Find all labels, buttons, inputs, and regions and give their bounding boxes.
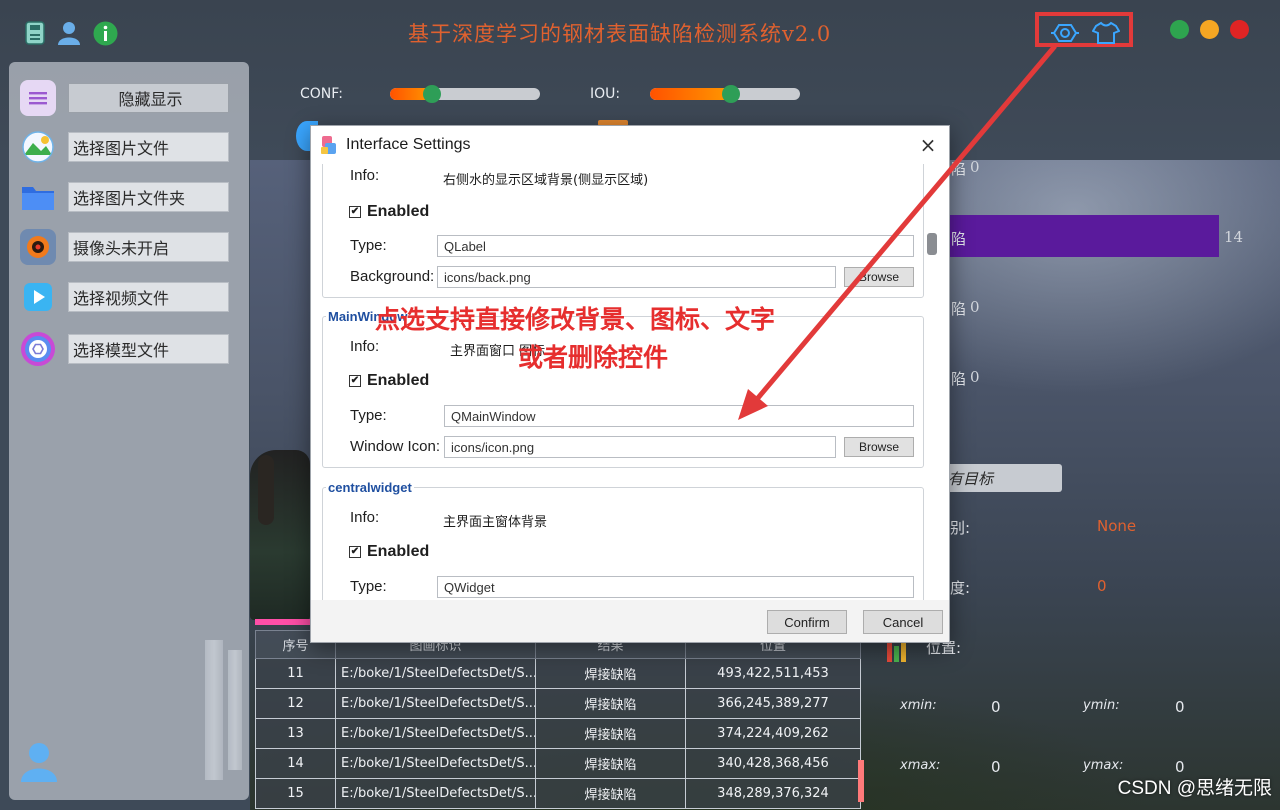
annotation-text-line1: 点选支持直接修改背景、图标、文字 (375, 305, 776, 334)
annotation-text-line2: 或者删除控件 (518, 343, 669, 372)
annotation-arrow (738, 44, 1057, 420)
watermark: CSDN @思绪无限 (1117, 778, 1272, 799)
